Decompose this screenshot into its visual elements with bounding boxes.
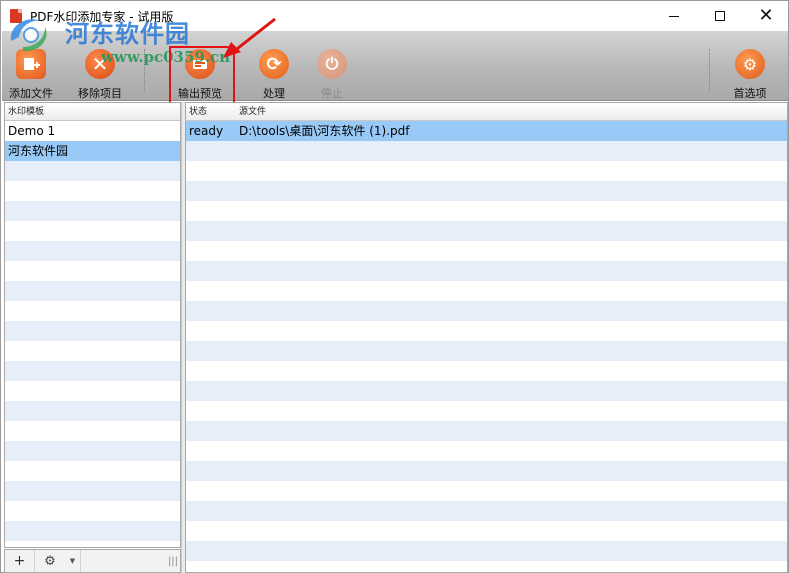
maximize-icon xyxy=(715,11,725,21)
empty-row xyxy=(5,381,180,401)
empty-row xyxy=(186,441,787,461)
empty-row xyxy=(5,301,180,321)
file-grid-empty-rows xyxy=(186,141,787,572)
empty-row xyxy=(5,221,180,241)
file-grid-header: 状态 源文件 xyxy=(186,103,787,121)
status-column-header[interactable]: 状态 xyxy=(186,103,239,120)
stop-power-icon: ⏻ xyxy=(317,49,347,79)
empty-row xyxy=(186,161,787,181)
empty-row xyxy=(186,281,787,301)
template-column-header[interactable]: 水印模板 xyxy=(8,103,44,120)
options-button[interactable]: ⚙ 首选项 xyxy=(725,31,775,101)
plus-icon: + xyxy=(13,553,26,569)
process-label: 处理 xyxy=(263,87,285,100)
empty-row xyxy=(5,281,180,301)
close-icon: ✕ xyxy=(758,5,774,26)
chevron-down-icon: ▼ xyxy=(69,557,76,565)
empty-row xyxy=(186,221,787,241)
gear-icon: ⚙ xyxy=(44,553,56,569)
red-arrow-icon xyxy=(223,17,276,58)
empty-row xyxy=(5,321,180,341)
empty-row xyxy=(5,361,180,381)
empty-row xyxy=(5,461,180,481)
add-template-button[interactable]: + xyxy=(5,550,35,572)
app-window: PDF水印添加专家 - 试用版 ✕ 添加文件 ✕ 移除项目 输出预览 ⟳ 处理 xyxy=(0,0,789,573)
empty-row xyxy=(186,381,787,401)
empty-row xyxy=(5,401,180,421)
empty-row xyxy=(186,421,787,441)
empty-row xyxy=(5,521,180,541)
minimize-icon xyxy=(669,15,679,17)
empty-row xyxy=(186,301,787,321)
empty-row xyxy=(186,241,787,261)
stop-button[interactable]: ⏻ 停止 xyxy=(309,31,355,101)
empty-row xyxy=(5,181,180,201)
empty-row xyxy=(5,501,180,521)
watermark-site-name: 河东软件园 xyxy=(65,19,190,48)
empty-row xyxy=(186,181,787,201)
remove-item-label: 移除项目 xyxy=(78,87,122,100)
file-grid-panel: 状态 源文件 ready D:\tools\桌面\河东软件 (1).pdf xyxy=(185,102,788,573)
empty-row xyxy=(186,361,787,381)
empty-row xyxy=(186,341,787,361)
empty-row xyxy=(186,481,787,501)
toolbar-separator xyxy=(709,49,710,91)
template-item-selected[interactable]: 河东软件园 xyxy=(5,141,180,161)
empty-row xyxy=(5,541,180,547)
template-list-header: 水印模板 xyxy=(5,103,180,121)
empty-row xyxy=(186,261,787,281)
minimize-button[interactable] xyxy=(651,1,697,31)
add-file-label: 添加文件 xyxy=(9,87,53,100)
empty-row xyxy=(5,441,180,461)
site-logo-icon xyxy=(10,19,47,52)
empty-row xyxy=(186,561,787,572)
empty-row xyxy=(186,521,787,541)
empty-row xyxy=(186,141,787,161)
close-button[interactable]: ✕ xyxy=(743,1,789,31)
empty-row xyxy=(5,241,180,261)
template-list-empty-rows xyxy=(5,161,180,547)
file-source-cell: D:\tools\桌面\河东软件 (1).pdf xyxy=(239,124,410,138)
stop-label: 停止 xyxy=(321,87,343,100)
source-file-column-header[interactable]: 源文件 xyxy=(239,103,787,120)
template-item[interactable]: Demo 1 xyxy=(5,121,180,141)
file-row[interactable]: ready D:\tools\桌面\河东软件 (1).pdf xyxy=(186,121,787,141)
options-gear-icon: ⚙ xyxy=(735,49,765,79)
grip-icon: ||| xyxy=(167,555,179,567)
empty-row xyxy=(5,261,180,281)
empty-row xyxy=(186,501,787,521)
options-label: 首选项 xyxy=(733,87,767,100)
template-settings-dropdown[interactable]: ▼ xyxy=(65,550,81,572)
empty-row xyxy=(186,201,787,221)
empty-row xyxy=(186,541,787,561)
empty-row xyxy=(5,161,180,181)
empty-row xyxy=(5,421,180,441)
resize-grip[interactable]: ||| xyxy=(166,550,180,572)
maximize-button[interactable] xyxy=(697,1,743,31)
template-settings-button[interactable]: ⚙ xyxy=(35,550,65,572)
empty-row xyxy=(186,321,787,341)
empty-row xyxy=(5,201,180,221)
file-status-cell: ready xyxy=(189,124,224,138)
empty-row xyxy=(5,481,180,501)
template-list-panel: 水印模板 Demo 1 河东软件园 xyxy=(4,102,181,548)
empty-row xyxy=(5,341,180,361)
template-list-footer: + ⚙ ▼ ||| xyxy=(4,549,181,573)
empty-row xyxy=(186,461,787,481)
empty-row xyxy=(186,401,787,421)
